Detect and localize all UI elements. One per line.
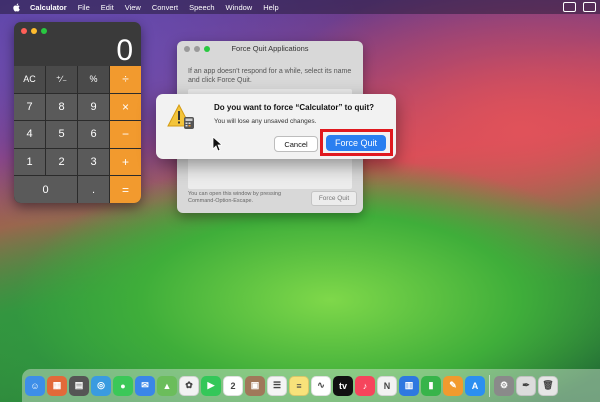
apple-tv-icon[interactable]: tv [333,375,353,396]
calc-key-4[interactable]: 7 [14,93,45,121]
menu-file[interactable]: File [78,3,90,12]
contacts-icon[interactable]: ▣ [245,375,265,396]
calc-key-14[interactable]: 3 [78,148,109,176]
alert-question: Do you want to force “Calculator” to qui… [214,103,374,112]
menu-extras [563,0,596,14]
notes-icon[interactable]: ≡ [289,375,309,396]
calc-key-0[interactable]: AC [14,66,45,93]
calc-key-7[interactable]: × [110,93,141,121]
calculator-window: 0 AC ⁺∕₋% ÷ 7 8 9 × 4 5 6− 1 2 3 +0. = [14,22,141,203]
news-icon[interactable]: N [377,375,397,396]
calculator-display: 0 [116,34,133,67]
keynote-icon[interactable]: ▥ [399,375,419,396]
finder-icon[interactable]: ☺ [25,375,45,396]
menu-calculator[interactable]: Calculator [30,3,67,12]
menu-help[interactable]: Help [263,3,278,12]
trash-icon[interactable]: 🗑 [538,375,558,396]
script-editor-icon[interactable]: ✒ [516,375,536,396]
force-quit-window-button[interactable]: Force Quit [311,191,357,206]
messages-icon[interactable]: ● [113,375,133,396]
photos-icon[interactable]: ✿ [179,375,199,396]
calendar-icon[interactable]: 2 [223,375,243,396]
dock: ☺ ▦ ▤ ◎ ● ✉ ▲ ✿ ▶ 2 ▣ ☰ ≡ ∿ tv ♪ N ▥ ▮ ✎ A ⚙ ✒ 🗑 [22,369,600,402]
warning-icon [167,103,195,130]
mouse-cursor-icon [212,136,224,152]
window-title: Force Quit Applications [231,44,309,53]
launchpad-icon[interactable]: ▦ [47,375,67,396]
force-quit-description: If an app doesn't respond for a while, s… [188,68,352,84]
alert-message: You will lose any unsaved changes. [214,118,317,125]
apple-icon[interactable] [12,2,22,12]
close-icon[interactable] [21,28,27,34]
calc-key-13[interactable]: 2 [46,148,77,176]
safari-icon[interactable]: ◎ [91,375,111,396]
menu-window[interactable]: Window [226,3,253,12]
force-quit-footer: You can open this window by pressing Com… [188,191,282,204]
calc-key-3[interactable]: ÷ [110,66,141,93]
pages-icon[interactable]: ✎ [443,375,463,396]
calc-key-8[interactable]: 4 [14,121,45,148]
calc-key-9[interactable]: 5 [46,121,77,148]
calculator-app-icon[interactable]: ▤ [69,375,89,396]
numbers-icon[interactable]: ▮ [421,375,441,396]
calc-key-11[interactable]: − [110,121,141,148]
calc-key-16[interactable]: 0 [14,176,77,203]
facetime-icon[interactable]: ▶ [201,375,221,396]
reminders-icon[interactable]: ☰ [267,375,287,396]
menu-speech[interactable]: Speech [189,3,214,12]
menu-view[interactable]: View [125,3,141,12]
calc-key-12[interactable]: 1 [14,148,45,176]
status-icon[interactable] [563,2,576,12]
calculator-keypad: AC ⁺∕₋% ÷ 7 8 9 × 4 5 6− 1 2 3 +0. = [14,66,141,203]
minimize-icon[interactable] [31,28,37,34]
calc-key-17[interactable]: . [78,176,109,203]
menu-edit[interactable]: Edit [101,3,114,12]
calc-key-1[interactable]: ⁺∕₋ [46,66,77,93]
calc-key-10[interactable]: 6 [78,121,109,148]
music-icon[interactable]: ♪ [355,375,375,396]
app-store-icon[interactable]: A [465,375,485,396]
calc-key-5[interactable]: 8 [46,93,77,121]
dock-separator [489,374,490,397]
calc-key-2[interactable]: % [78,66,109,93]
desktop-wallpaper: Calculator File Edit View Convert Speech… [0,0,600,402]
zoom-icon[interactable] [41,28,47,34]
calc-key-15[interactable]: + [110,148,141,176]
maps-icon[interactable]: ▲ [157,375,177,396]
calc-key-18[interactable]: = [110,176,141,203]
menu-bar: Calculator File Edit View Convert Speech… [0,0,600,14]
freeform-icon[interactable]: ∿ [311,375,331,396]
cancel-button[interactable]: Cancel [274,136,318,152]
mail-icon[interactable]: ✉ [135,375,155,396]
calc-key-6[interactable]: 9 [78,93,109,121]
menu-convert[interactable]: Convert [152,3,178,12]
screen-record-icon[interactable] [583,2,596,12]
window-controls [21,28,47,34]
highlight-box [320,129,393,156]
system-settings-icon[interactable]: ⚙ [494,375,514,396]
